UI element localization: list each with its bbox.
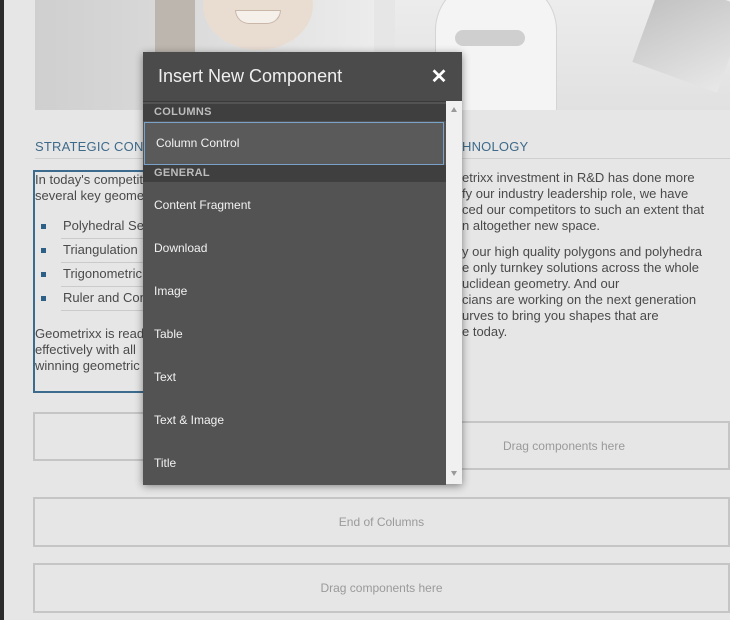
group-header-columns: COLUMNS xyxy=(143,104,446,121)
section-heading-left: STRATEGIC CONS xyxy=(35,139,153,154)
left-paragraph-bottom: Geometrixx is read effectively with all … xyxy=(35,326,144,373)
drop-zone-left[interactable]: D xyxy=(33,412,151,461)
bullet-item: Trigonometric xyxy=(63,266,142,281)
component-item-download[interactable]: Download xyxy=(143,227,446,270)
end-of-columns-label: End of Columns xyxy=(338,515,425,529)
section-heading-right: HNOLOGY xyxy=(462,139,529,154)
scroll-up-icon[interactable] xyxy=(451,107,457,112)
bullet-marker xyxy=(41,272,46,277)
drop-zone-label: Drag components here xyxy=(502,438,626,453)
list-scrollbar[interactable] xyxy=(446,101,462,484)
component-list[interactable]: COLUMNS Column Control GENERAL Content F… xyxy=(143,101,446,485)
right-paragraph-2: y our high quality polygons and polyhedr… xyxy=(462,244,702,339)
bullet-marker xyxy=(41,296,46,301)
component-item-text[interactable]: Text xyxy=(143,356,446,399)
bullet-marker xyxy=(41,224,46,229)
component-item-content-fragment[interactable]: Content Fragment xyxy=(143,184,446,227)
bullet-marker xyxy=(41,248,46,253)
component-item-title[interactable]: Title xyxy=(143,442,446,485)
close-icon[interactable]: ✕ xyxy=(429,67,449,87)
right-paragraph-1: etrixx investment in R&D has done more f… xyxy=(462,170,705,233)
dialog-header: Insert New Component ✕ xyxy=(143,52,462,101)
scroll-down-icon[interactable] xyxy=(451,471,457,476)
text-component-selected[interactable]: In today's competit several key geome Po… xyxy=(33,170,150,393)
component-item-text-image[interactable]: Text & Image xyxy=(143,399,446,442)
group-header-general: GENERAL xyxy=(143,165,446,182)
insert-component-dialog: Insert New Component ✕ COLUMNS Column Co… xyxy=(143,52,462,485)
dialog-title: Insert New Component xyxy=(158,66,343,86)
component-item-table[interactable]: Table xyxy=(143,313,446,356)
end-of-columns-zone[interactable]: End of Columns xyxy=(33,497,730,547)
drop-zone-label: Drag components here xyxy=(320,581,443,595)
drop-zone-bottom[interactable]: Drag components here xyxy=(33,563,730,613)
left-edge-bar xyxy=(0,0,4,620)
component-item-image[interactable]: Image xyxy=(143,270,446,313)
left-paragraph-top: In today's competit several key geome xyxy=(35,172,144,203)
bullet-item: Triangulation xyxy=(63,242,138,257)
bullet-item: Polyhedral Sec xyxy=(63,218,151,233)
heading-rule-right xyxy=(462,158,730,159)
component-item-column-control[interactable]: Column Control xyxy=(144,122,444,165)
bullet-item: Ruler and Con xyxy=(63,290,147,305)
heading-rule-left xyxy=(35,158,145,159)
